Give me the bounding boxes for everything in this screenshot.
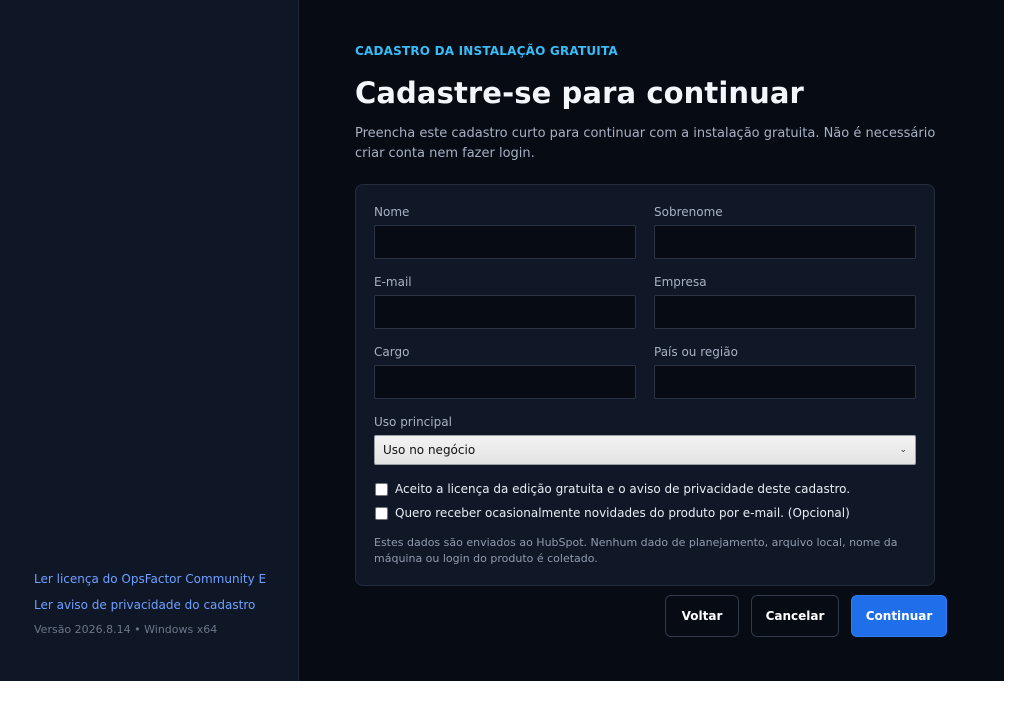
first-name-label: Nome (374, 205, 410, 219)
country-input[interactable] (654, 365, 916, 399)
primary-use-value: Uso no negócio (383, 443, 476, 457)
page-eyebrow: CADASTRO DA INSTALAÇÃO GRATUITA (355, 44, 618, 58)
main-panel: CADASTRO DA INSTALAÇÃO GRATUITA Cadastre… (299, 0, 1004, 681)
first-name-input[interactable] (374, 225, 636, 259)
back-button[interactable]: Voltar (665, 595, 739, 637)
continue-button[interactable]: Continuar (851, 595, 947, 637)
company-input[interactable] (654, 295, 916, 329)
primary-use-label: Uso principal (374, 415, 452, 429)
accept-license-row: Aceito a licença da edição gratuita e o … (375, 482, 850, 496)
license-link[interactable]: Ler licença do OpsFactor Community Editi… (34, 571, 266, 587)
newsletter-label[interactable]: Quero receber ocasionalmente novidades d… (395, 506, 850, 520)
country-label: País ou região (654, 345, 738, 359)
newsletter-row: Quero receber ocasionalmente novidades d… (375, 506, 850, 520)
accept-license-label[interactable]: Aceito a licença da edição gratuita e o … (395, 482, 850, 496)
job-title-input[interactable] (374, 365, 636, 399)
last-name-input[interactable] (654, 225, 916, 259)
email-input[interactable] (374, 295, 636, 329)
installer-window: Ler licença do OpsFactor Community Editi… (0, 0, 1004, 681)
version-text: Versão 2026.8.14 • Windows x64 (34, 623, 218, 636)
sidebar: Ler licença do OpsFactor Community Editi… (0, 0, 299, 681)
privacy-notice-link[interactable]: Ler aviso de privacidade do cadastro (34, 597, 266, 613)
data-notice: Estes dados são enviados ao HubSpot. Nen… (374, 536, 898, 565)
sidebar-links: Ler licença do OpsFactor Community Editi… (34, 571, 266, 636)
job-title-label: Cargo (374, 345, 410, 359)
cancel-button[interactable]: Cancelar (751, 595, 839, 637)
chevron-down-icon: ⌄ (899, 445, 907, 455)
page-subtitle: Preencha este cadastro curto para contin… (355, 126, 936, 161)
last-name-label: Sobrenome (654, 205, 723, 219)
company-label: Empresa (654, 275, 707, 289)
page-title: Cadastre-se para continuar (355, 76, 804, 110)
registration-form: Nome Sobrenome E-mail Empresa Cargo País… (355, 184, 935, 586)
newsletter-checkbox[interactable] (375, 506, 388, 520)
accept-license-checkbox[interactable] (375, 482, 388, 496)
primary-use-select[interactable]: Uso no negócio ⌄ (374, 435, 916, 465)
email-label: E-mail (374, 275, 412, 289)
